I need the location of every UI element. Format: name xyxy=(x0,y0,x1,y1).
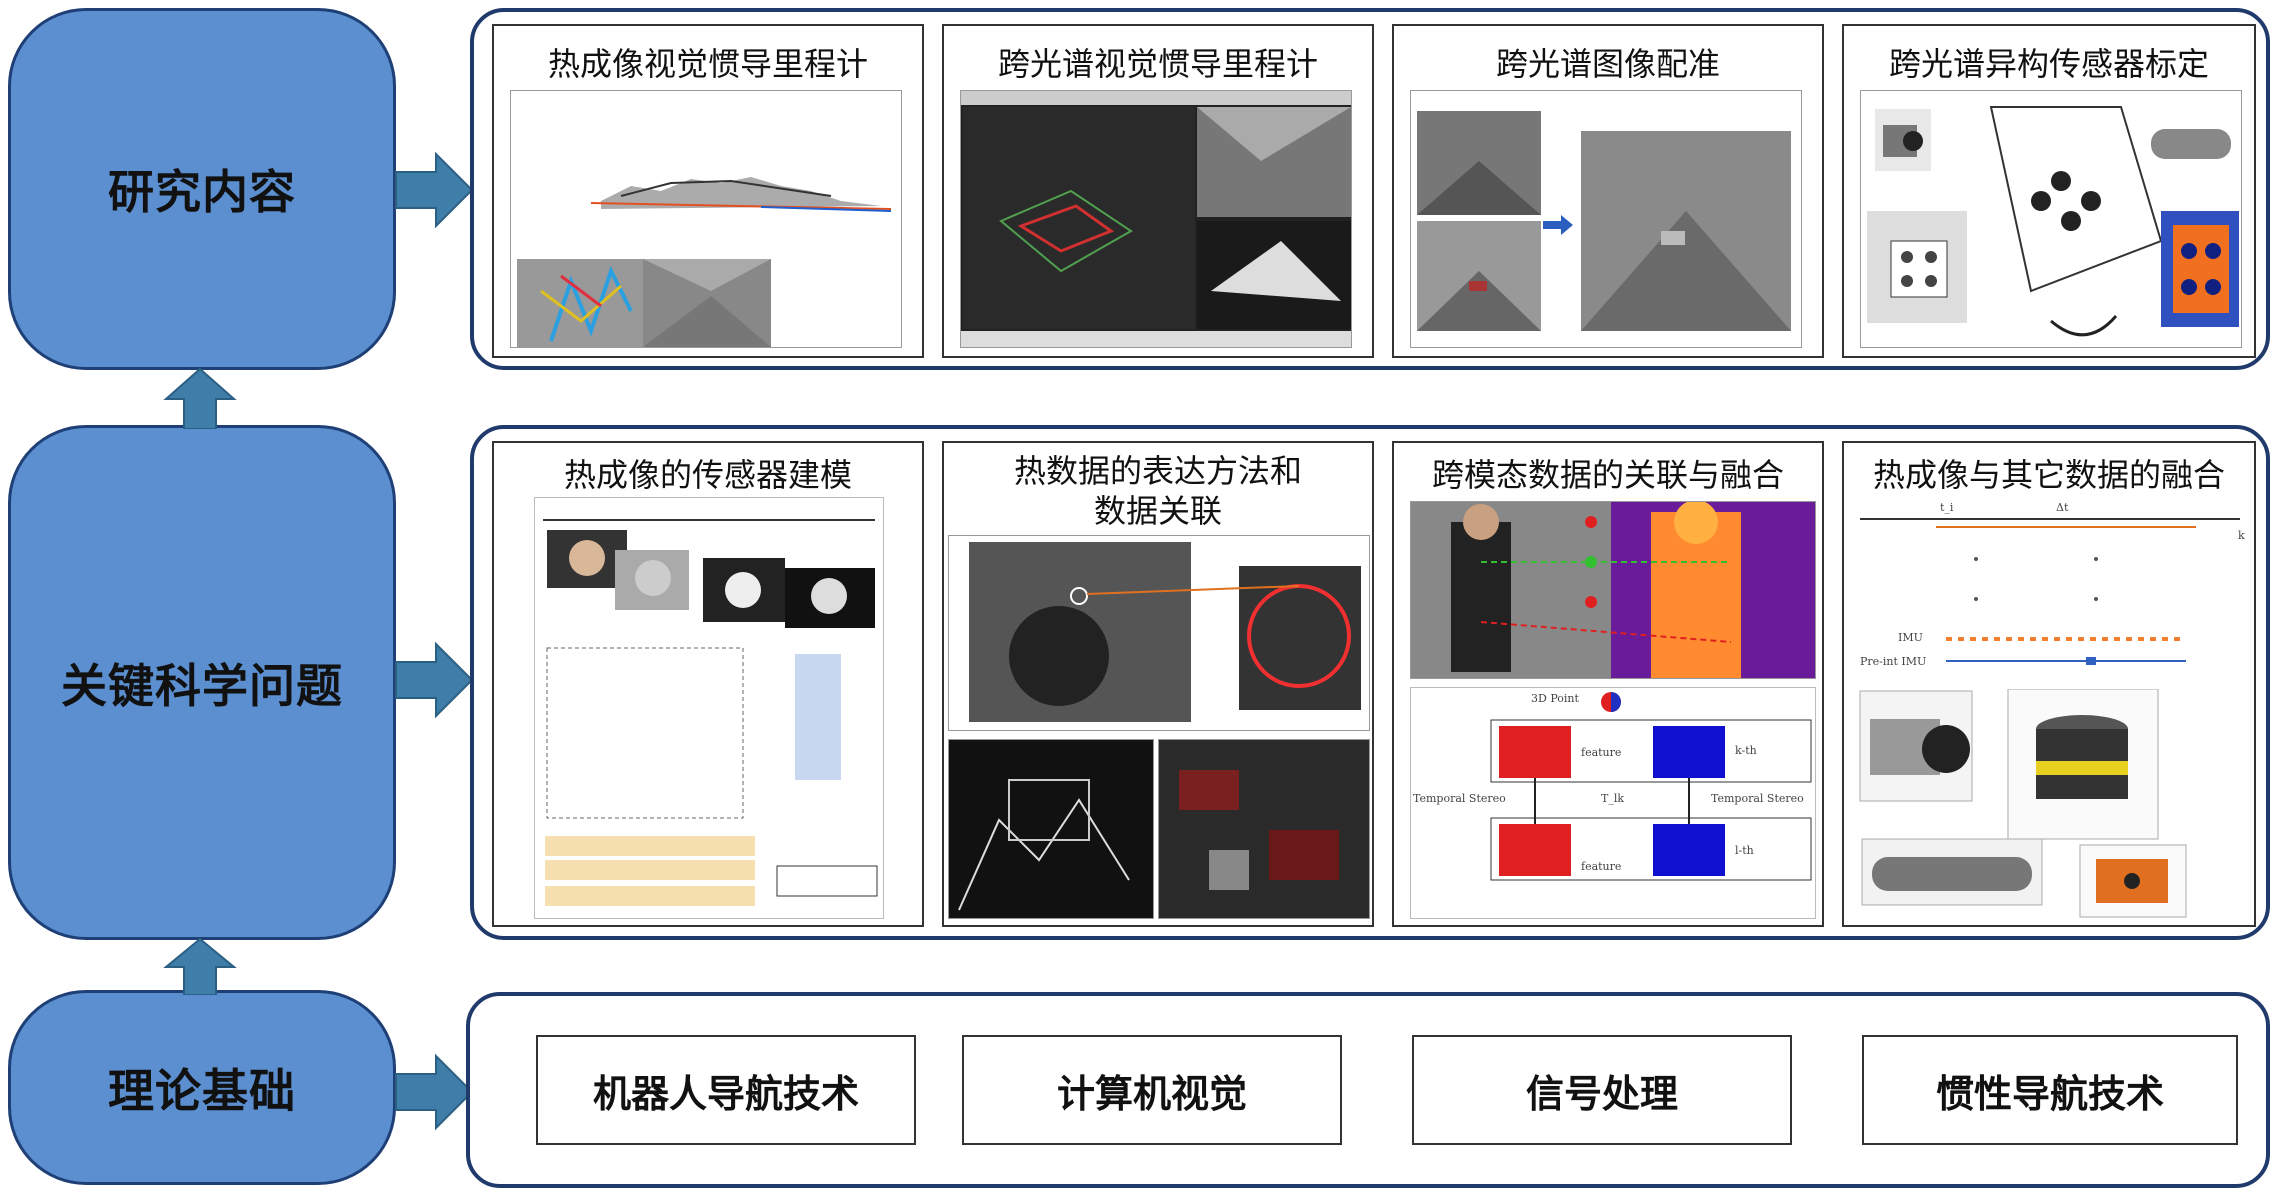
research-item-3: 跨光谱图像配准 xyxy=(1392,24,1824,358)
key-questions-panel: 热成像的传感器建模 热数据的表达方法和 数据关联 跨模态数据的关联与融合 3D … xyxy=(470,425,2270,940)
level-theory-label: 理论基础 xyxy=(108,1063,296,1118)
research-item-title: 跨光谱异构传感器标定 xyxy=(1888,45,2209,83)
right-arrow-icon xyxy=(395,1053,474,1131)
theory-item-inertial-navigation: 惯性导航技术 xyxy=(1862,1035,2238,1145)
distance-field-figure xyxy=(1158,739,1370,919)
edge-map-figure xyxy=(948,739,1154,919)
theory-item-label: 计算机视觉 xyxy=(1056,1070,1247,1116)
key-item-title: 热成像与其它数据的融合 xyxy=(1872,456,2225,494)
key-item-3: 跨模态数据的关联与融合 3D Point k-th l-th feature f… xyxy=(1392,441,1824,927)
label-dt: Δt xyxy=(2056,501,2069,514)
key-item-title: 热数据的表达方法和 xyxy=(1013,452,1302,490)
rgb-thermal-figure xyxy=(1410,501,1816,679)
level-theory: 理论基础 xyxy=(8,990,396,1185)
theory-item-robot-navigation: 机器人导航技术 xyxy=(536,1035,916,1145)
level-key-questions: 关键科学问题 xyxy=(8,425,396,940)
label-k: k xyxy=(2238,529,2245,542)
level-key-label: 关键科学问题 xyxy=(61,658,343,713)
up-arrow-icon xyxy=(163,937,237,995)
research-item-title: 跨光谱视觉惯导里程计 xyxy=(997,45,1318,83)
research-item-1: 热成像视觉惯导里程计 xyxy=(492,24,924,358)
research-item-2: 跨光谱视觉惯导里程计 xyxy=(942,24,1374,358)
key-item-2: 热数据的表达方法和 数据关联 xyxy=(942,441,1374,927)
theory-item-signal-processing: 信号处理 xyxy=(1412,1035,1792,1145)
up-arrow-icon xyxy=(163,367,237,429)
key-item-1: 热成像的传感器建模 xyxy=(492,441,924,927)
timeline-figure: t_i Δt k IMU Pre-int IMU xyxy=(1856,499,2248,679)
key-item-title-line2: 数据关联 xyxy=(1093,492,1222,530)
theory-item-label: 机器人导航技术 xyxy=(592,1070,859,1116)
label-kth: k-th xyxy=(1735,744,1757,757)
theory-item-computer-vision: 计算机视觉 xyxy=(962,1035,1342,1145)
label-temporal-stereo-right: Temporal Stereo xyxy=(1711,792,1804,805)
research-panel: 热成像视觉惯导里程计 跨光谱视觉惯导里程计 跨光谱图像配准 跨光谱异构传感器标定 xyxy=(470,8,2270,370)
research-item-title: 跨光谱图像配准 xyxy=(1495,45,1720,83)
sensor-model-figure xyxy=(534,497,884,919)
theory-item-label: 信号处理 xyxy=(1525,1070,1678,1116)
label-temporal-stereo-left: Temporal Stereo xyxy=(1413,792,1506,805)
key-item-title: 跨模态数据的关联与融合 xyxy=(1431,456,1784,494)
calibration-figure xyxy=(1860,90,2242,348)
sensors-figure xyxy=(1856,689,2248,919)
research-item-4: 跨光谱异构传感器标定 xyxy=(1842,24,2256,358)
key-item-title: 热成像的传感器建模 xyxy=(563,456,852,494)
thermal-feature-figure xyxy=(948,535,1370,731)
pointcloud-figure xyxy=(510,90,902,348)
theory-item-label: 惯性导航技术 xyxy=(1935,1070,2164,1116)
software-screenshot xyxy=(960,90,1352,348)
right-arrow-icon xyxy=(395,641,474,719)
label-feature-bottom: feature xyxy=(1581,860,1622,873)
level-research-label: 研究内容 xyxy=(108,165,296,219)
label-tlk: T_lk xyxy=(1601,792,1625,805)
key-item-4: 热成像与其它数据的融合 t_i Δt k IMU Pre-int IMU xyxy=(1842,441,2256,927)
label-feature-top: feature xyxy=(1581,746,1622,759)
label-imu: IMU xyxy=(1898,631,1923,644)
registration-figure xyxy=(1410,90,1802,348)
label-lth: l-th xyxy=(1735,844,1754,857)
stereo-diagram: 3D Point k-th l-th feature feature Tempo… xyxy=(1410,687,1816,919)
level-research: 研究内容 xyxy=(8,8,396,370)
label-3d-point: 3D Point xyxy=(1531,692,1579,705)
label-preint-imu: Pre-int IMU xyxy=(1860,655,1927,668)
research-item-title: 热成像视觉惯导里程计 xyxy=(547,45,868,83)
label-ti: t_i xyxy=(1940,501,1954,514)
right-arrow-icon xyxy=(395,151,474,229)
